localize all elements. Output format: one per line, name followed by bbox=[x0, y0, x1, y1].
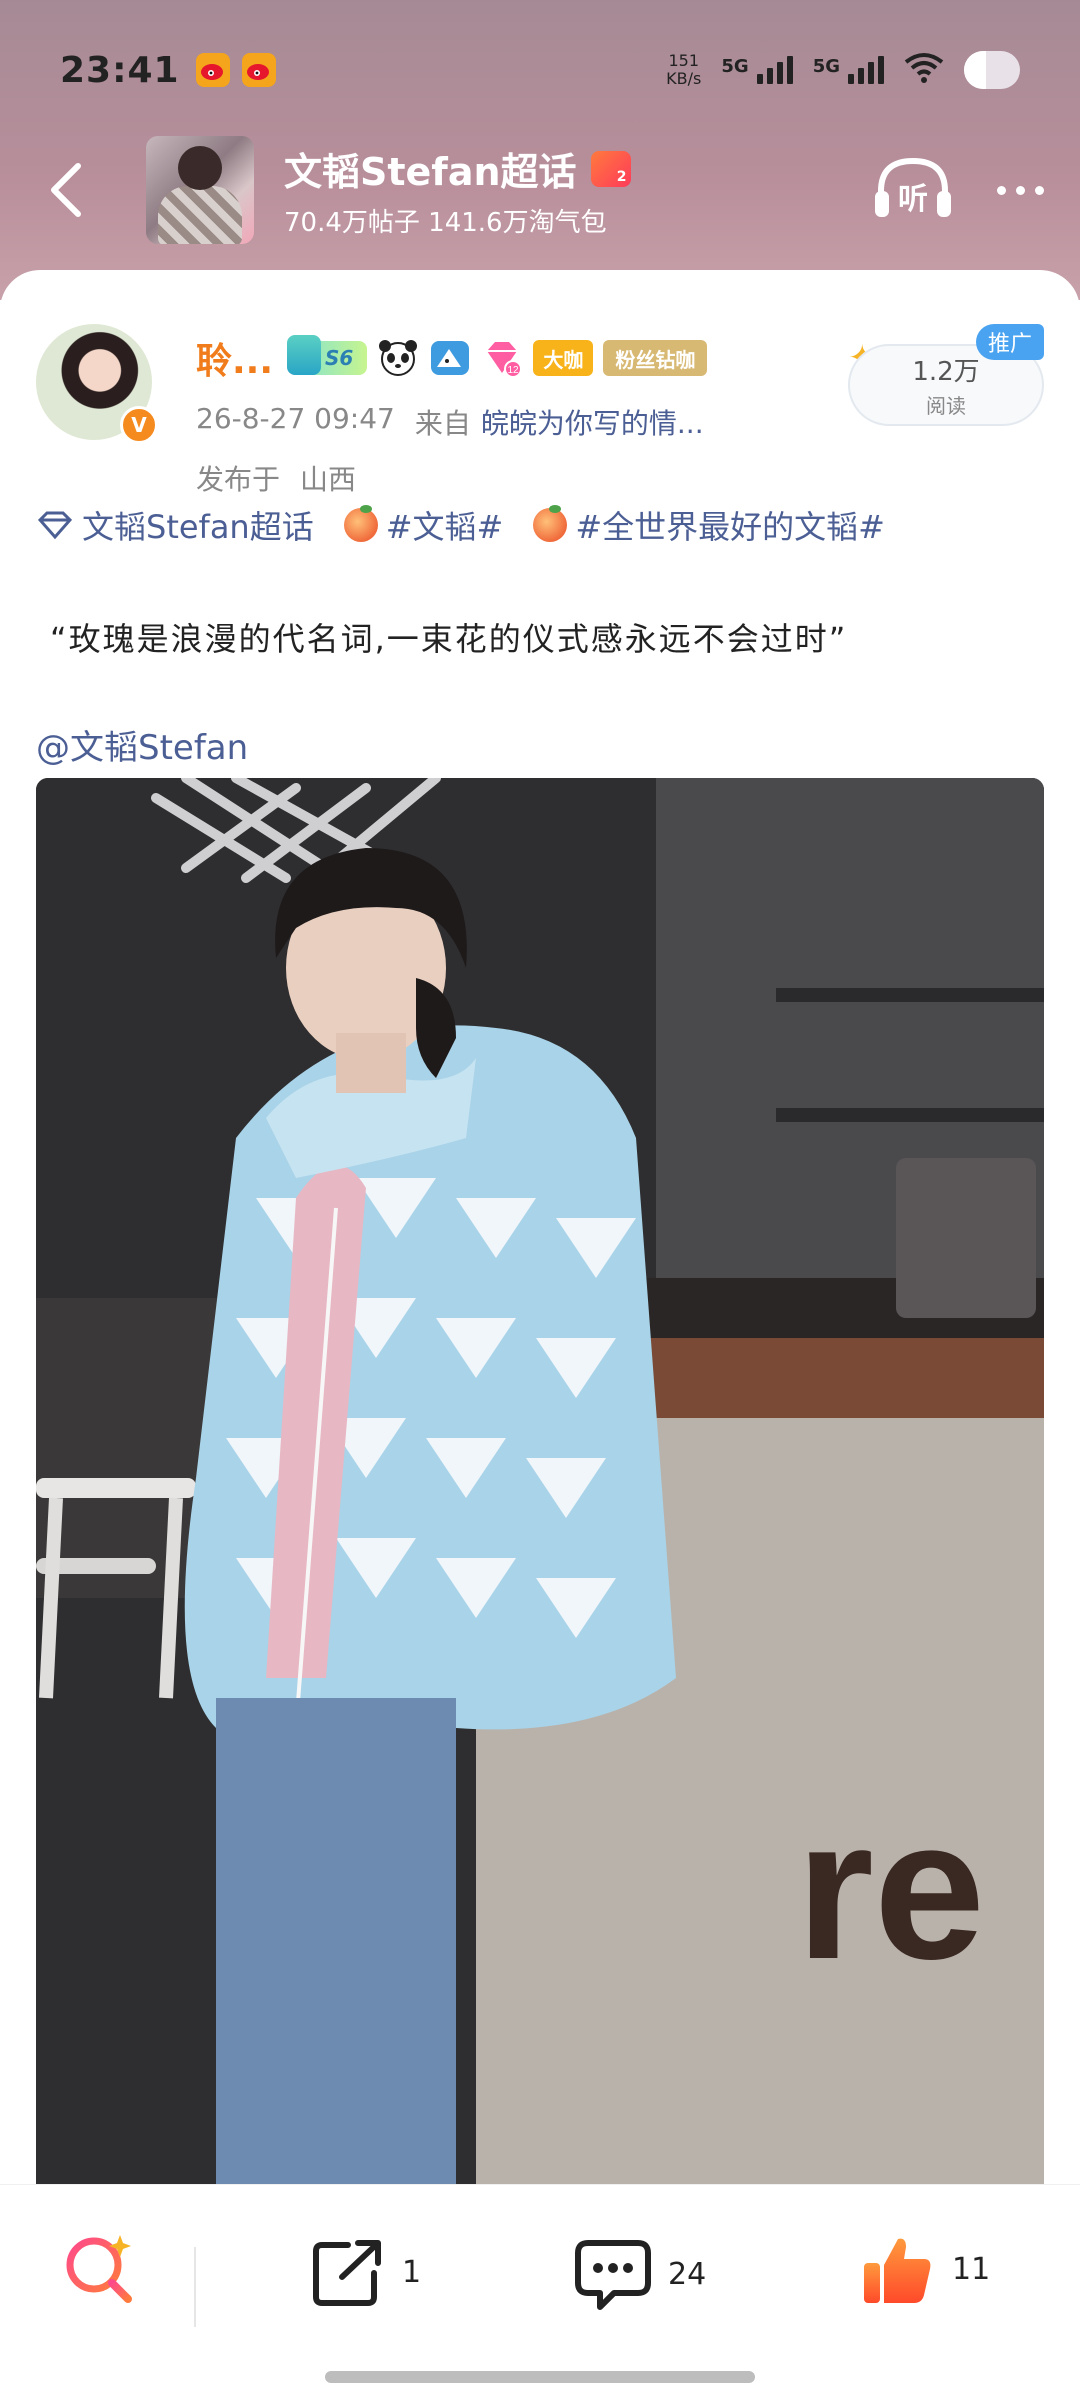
network-speed-unit: KB/s bbox=[666, 69, 702, 88]
network-speed: 151 KB/s bbox=[666, 52, 701, 88]
chevron-left-icon bbox=[51, 163, 81, 217]
level-badge[interactable]: S6 bbox=[287, 335, 368, 375]
topic-level-badge: 2 bbox=[590, 150, 631, 187]
battery-icon bbox=[964, 51, 1020, 89]
topic-info[interactable]: 文韬Stefan超话 2 70.4万帖子 141.6万淘气包 bbox=[284, 141, 631, 239]
weibo-icon bbox=[241, 53, 276, 87]
hashtag-link[interactable]: #文韬# bbox=[343, 502, 504, 548]
post-card: V 聆... S6 12 大咖 粉丝钻咖 26-8-27 09:47 来自 皖皖… bbox=[0, 270, 1080, 2400]
like-button[interactable]: 11 bbox=[860, 2231, 990, 2307]
photo-illustration: re bbox=[36, 778, 1044, 2198]
post-meta: 26-8-27 09:47 来自 皖皖为你写的情... bbox=[196, 402, 704, 442]
signal-icon: 5G bbox=[813, 56, 884, 84]
user-name-row: 聆... S6 12 大咖 粉丝钻咖 bbox=[196, 332, 708, 384]
topic-links: 文韬Stefan超话 #文韬# #全世界最好的文韬# bbox=[36, 502, 1044, 548]
listen-label: 听 bbox=[898, 182, 928, 217]
panda-icon[interactable] bbox=[377, 339, 419, 377]
signal-icon: 5G bbox=[721, 56, 793, 84]
comment-count: 24 bbox=[668, 2256, 707, 2292]
wifi-icon bbox=[904, 52, 944, 88]
weibo-icon bbox=[195, 53, 230, 87]
views-count: 1.2万 bbox=[912, 357, 980, 387]
status-time: 23:41 bbox=[60, 49, 180, 91]
post-text: “玫瑰是浪漫的代名词,一束花的仪式感永远不会过时” bbox=[50, 620, 848, 658]
search-button[interactable] bbox=[60, 2229, 140, 2309]
post-photo[interactable]: re bbox=[36, 778, 1044, 2198]
avatar[interactable]: V bbox=[36, 324, 158, 444]
comment-button[interactable]: 24 bbox=[574, 2237, 706, 2311]
verified-icon: V bbox=[120, 406, 158, 444]
topic-stats: 70.4万帖子 141.6万淘气包 bbox=[284, 208, 607, 238]
action-divider bbox=[194, 2247, 196, 2327]
views-badge[interactable]: ✦ 1.2万 阅读 推广 bbox=[848, 314, 1044, 426]
listen-button[interactable]: 听 bbox=[873, 155, 953, 225]
notification-icons bbox=[195, 53, 276, 87]
hashtag-link[interactable]: #全世界最好的文韬# bbox=[533, 502, 885, 548]
home-indicator[interactable] bbox=[325, 2371, 755, 2383]
status-bar: 23:41 151 KB/s 5G 5G bbox=[0, 0, 1080, 140]
source-name[interactable]: 皖皖为你写的情... bbox=[481, 402, 704, 442]
supertopic-link-label: 文韬Stefan超话 bbox=[82, 508, 314, 546]
more-button[interactable] bbox=[997, 185, 1044, 195]
promo-tag[interactable]: 推广 bbox=[975, 324, 1044, 360]
mention-link[interactable]: @文韬Stefan bbox=[36, 720, 248, 769]
source-prefix: 来自 bbox=[414, 407, 471, 440]
post-location: 发布于 山西 bbox=[196, 458, 356, 498]
peach-icon bbox=[343, 505, 378, 542]
fan-badge[interactable]: 粉丝钻咖 bbox=[603, 340, 708, 376]
location-prefix: 发布于 bbox=[196, 463, 281, 496]
hashtag-label: #全世界最好的文韬# bbox=[575, 508, 885, 546]
topic-header: 文韬Stefan超话 2 70.4万帖子 141.6万淘气包 听 bbox=[0, 130, 1080, 250]
daka-badge[interactable]: 大咖 bbox=[533, 340, 594, 376]
share-icon bbox=[313, 2240, 381, 2306]
photo-sign-text: re bbox=[796, 1778, 985, 2001]
username[interactable]: 聆... bbox=[196, 332, 273, 384]
comment-icon bbox=[575, 2240, 651, 2310]
share-count: 1 bbox=[402, 2254, 422, 2290]
shark-icon[interactable] bbox=[429, 339, 471, 377]
peach-icon bbox=[533, 505, 568, 542]
network-speed-value: 151 bbox=[668, 51, 700, 70]
more-dots-icon bbox=[997, 185, 1006, 195]
topic-title: 文韬Stefan超话 bbox=[284, 150, 577, 194]
action-bar: 1 24 11 bbox=[0, 2184, 1080, 2400]
signal-label: 5G bbox=[812, 56, 840, 77]
supertopic-diamond-icon bbox=[37, 511, 73, 540]
like-count: 11 bbox=[952, 2251, 991, 2287]
location-name: 山西 bbox=[300, 463, 357, 496]
thumbs-up-icon bbox=[864, 2238, 931, 2303]
post-timestamp: 26-8-27 09:47 bbox=[196, 402, 395, 435]
back-button[interactable] bbox=[36, 160, 96, 220]
share-button[interactable]: 1 bbox=[312, 2237, 421, 2307]
supertopic-link[interactable]: 文韬Stefan超话 bbox=[36, 502, 314, 548]
hashtag-label: #文韬# bbox=[385, 508, 504, 546]
search-icon bbox=[66, 2235, 132, 2303]
views-label: 阅读 bbox=[926, 394, 966, 418]
post-header: V 聆... S6 12 大咖 粉丝钻咖 26-8-27 09:47 来自 皖皖… bbox=[36, 314, 1044, 496]
rank-badge-number: 12 bbox=[508, 365, 520, 376]
signal-label: 5G bbox=[721, 56, 749, 77]
topic-thumbnail[interactable] bbox=[146, 136, 254, 244]
rank-diamond-icon[interactable]: 12 bbox=[481, 339, 523, 377]
